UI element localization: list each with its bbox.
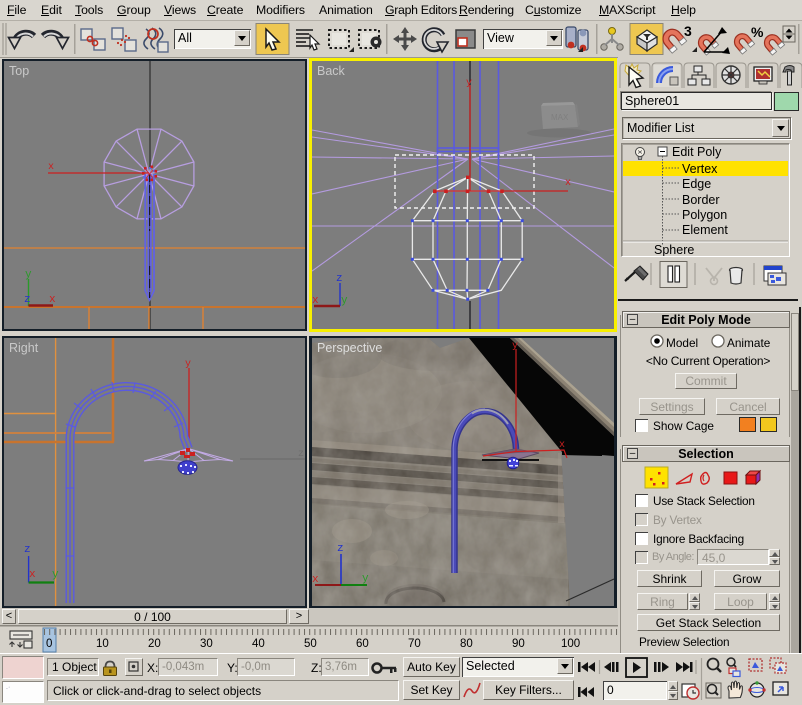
- svg-text:z: z: [24, 544, 31, 556]
- svg-text:z: z: [298, 449, 304, 460]
- svg-text:70: 70: [408, 638, 421, 650]
- svg-text:x: x: [49, 294, 56, 306]
- svg-text:Back: Back: [317, 64, 346, 78]
- svg-text:50: 50: [304, 638, 317, 650]
- svg-text:10: 10: [96, 638, 109, 650]
- svg-text:Border: Border: [682, 193, 720, 207]
- svg-text:Right: Right: [9, 341, 39, 355]
- svg-text:%: %: [751, 24, 764, 40]
- svg-text:x: x: [565, 178, 571, 189]
- svg-text:Edit Poly: Edit Poly: [672, 145, 722, 159]
- svg-text:Vertex: Vertex: [682, 162, 718, 176]
- svg-text:80: 80: [460, 638, 473, 650]
- svg-text:y: y: [185, 359, 191, 370]
- svg-text:40: 40: [252, 638, 265, 650]
- svg-text:MAX: MAX: [551, 113, 569, 122]
- svg-text:100: 100: [561, 638, 580, 650]
- svg-text:60: 60: [356, 638, 369, 650]
- svg-text:x: x: [29, 569, 36, 581]
- svg-text:Polygon: Polygon: [682, 208, 727, 222]
- svg-text:90: 90: [512, 638, 525, 650]
- svg-text:y: y: [466, 78, 472, 89]
- svg-text:0: 0: [46, 638, 52, 650]
- svg-text:20: 20: [148, 638, 161, 650]
- svg-text:Perspective: Perspective: [317, 341, 382, 355]
- svg-text:y: y: [52, 569, 59, 581]
- svg-text:x: x: [48, 162, 54, 173]
- svg-text:z: z: [337, 543, 344, 555]
- svg-text:Sphere: Sphere: [654, 243, 694, 256]
- svg-text:x: x: [559, 440, 565, 451]
- svg-text:y: y: [512, 341, 518, 352]
- svg-text:30: 30: [200, 638, 213, 650]
- svg-text:Top: Top: [9, 64, 29, 78]
- svg-text:y: y: [341, 295, 348, 307]
- svg-text:3: 3: [684, 23, 692, 39]
- svg-text:z: z: [24, 294, 31, 306]
- svg-text:Edge: Edge: [682, 177, 711, 191]
- svg-text:y: y: [362, 573, 369, 585]
- svg-text:Element: Element: [682, 223, 728, 237]
